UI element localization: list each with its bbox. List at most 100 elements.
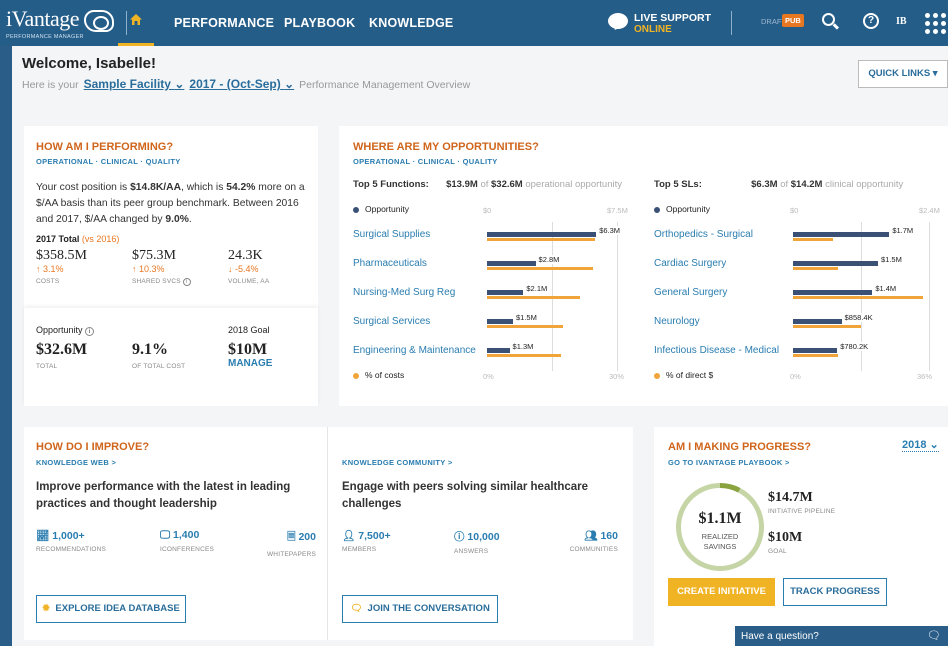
goal-value: $10M [228, 341, 268, 358]
app-grid-icon[interactable] [925, 13, 947, 34]
opportunity-label-text: Opportunity [36, 325, 83, 335]
pipeline-value: $14.7M [768, 490, 813, 505]
summary-value: 54.2% [226, 182, 256, 193]
web-stat-whitepapers: 🗏︎ 200 WHITEPAPERS [254, 529, 316, 558]
live-support-label[interactable]: LIVE SUPPORT [634, 12, 711, 24]
chevron-down-icon: ⌄ [284, 77, 295, 91]
stat-costs: $358.5M ↑ 3.1% COSTS [36, 248, 87, 285]
opportunity-bar[interactable] [793, 348, 838, 353]
category-label[interactable]: General Surgery [654, 287, 727, 298]
stat-change: ↓ -5.4% [228, 264, 259, 274]
knowledge-web-text: Improve performance with the latest in l… [36, 481, 291, 510]
category-label[interactable]: Neurology [654, 316, 700, 327]
playbook-link[interactable]: GO TO IVANTAGE PLAYBOOK > [668, 458, 790, 467]
facility-label: Sample Facility [83, 77, 171, 91]
create-initiative-button[interactable]: CREATE INITIATIVE [668, 578, 775, 606]
ring-label-line: REALIZED [701, 532, 739, 541]
stat-row: ⓘ 10,000 [454, 529, 500, 544]
opportunity-bar[interactable] [793, 261, 878, 266]
period-dropdown[interactable]: 2017 - (Oct-Sep) ⌄ [189, 77, 294, 91]
join-conversation-button[interactable]: 🗨︎ JOIN THE CONVERSATION [342, 595, 498, 623]
nav-performance[interactable]: PERFORMANCE [174, 16, 274, 30]
button-label: JOIN THE CONVERSATION [367, 603, 490, 614]
help-icon[interactable]: ? [863, 13, 879, 29]
user-initials[interactable]: IB [896, 16, 907, 27]
opportunities-card: WHERE ARE MY OPPORTUNITIES? OPERATIONAL … [339, 126, 948, 406]
category-label[interactable]: Infectious Disease - Medical [654, 345, 779, 356]
explore-idea-database-button[interactable]: ✹ EXPLORE IDEA DATABASE [36, 595, 186, 623]
bar-value-label: $1.4M [874, 284, 898, 293]
legend-dot-icon [654, 372, 660, 379]
performance-card: HOW AM I PERFORMING? OPERATIONAL · CLINI… [24, 126, 318, 406]
community-stat-answers: ⓘ 10,000 ANSWERS [454, 529, 500, 555]
gridline [929, 222, 930, 371]
pub-toggle[interactable]: PUB [782, 14, 804, 27]
stat-change: ↑ 10.3% [132, 264, 165, 274]
stat-label: COSTS [36, 278, 60, 285]
breadcrumb: Here is your Sample Facility ⌄ 2017 - (O… [22, 77, 470, 91]
stat-label: ANSWERS [454, 548, 489, 555]
chevron-down-icon: ⌄ [174, 77, 185, 91]
chart-line-icon: 📈︎ [36, 530, 50, 542]
opportunity-bar[interactable] [793, 232, 890, 237]
search-icon[interactable] [822, 13, 835, 26]
stat-shared-svcs: $75.3M ↑ 10.3% SHARED SVCS i [132, 248, 191, 286]
vs-label: (vs 2016) [81, 234, 120, 244]
opportunity-bar[interactable] [793, 290, 873, 295]
info-icon[interactable]: i [85, 327, 95, 336]
goal-label: 2018 Goal [228, 325, 270, 335]
info-icon[interactable]: i [182, 278, 191, 286]
stat-row: 📈︎ 1,000+ [36, 529, 106, 542]
community-stat-members: 👤︎ 7,500+ MEMBERS [342, 529, 391, 553]
improve-title: HOW DO I IMPROVE? [36, 441, 150, 453]
question-chat-bar[interactable]: Have a question? 🗨︎ [735, 626, 948, 646]
stat-label: MEMBERS [342, 546, 377, 553]
ring-label: REALIZED SAVINGS [681, 532, 759, 552]
knowledge-web-link[interactable]: KNOWLEDGE WEB > [36, 458, 116, 467]
knowledge-community-text: Engage with peers solving similar health… [342, 481, 589, 510]
summary-value: 9.0% [165, 214, 189, 225]
bar-value-label: $858.4K [843, 313, 874, 322]
stat-label: RECOMMENDATIONS [36, 546, 107, 553]
logo[interactable]: iVantage [6, 6, 79, 32]
manage-link[interactable]: MANAGE [228, 358, 272, 369]
nav-playbook[interactable]: PLAYBOOK [284, 16, 355, 30]
stat-row: 👤︎ 7,500+ [342, 529, 391, 542]
question-circle-icon: ⓘ [454, 531, 465, 543]
opportunity-value: $32.6M [36, 341, 88, 358]
question-label: Have a question? [741, 631, 819, 642]
percent-bar [793, 354, 839, 357]
stat-label: VOLUME, AA [228, 278, 270, 285]
stat-value: 200 [298, 531, 316, 543]
chat-bubble-icon[interactable] [608, 13, 628, 29]
facility-dropdown[interactable]: Sample Facility ⌄ [84, 77, 185, 91]
performance-summary: Your cost position is $14.8K/AA, which i… [36, 180, 312, 228]
track-progress-button[interactable]: TRACK PROGRESS [783, 578, 887, 606]
performance-title: HOW AM I PERFORMING? [36, 141, 174, 153]
category-label[interactable]: Orthopedics - Surgical [654, 229, 753, 240]
knowledge-community-link[interactable]: KNOWLEDGE COMMUNITY > [342, 458, 453, 467]
live-support-status: ONLINE [634, 24, 672, 35]
nav-knowledge[interactable]: KNOWLEDGE [369, 16, 453, 30]
stat-label: WHITEPAPERS [266, 551, 316, 558]
progress-card: AM I MAKING PROGRESS? GO TO IVANTAGE PLA… [654, 427, 948, 646]
home-tab[interactable] [118, 0, 154, 46]
stat-change: ↑ 3.1% [36, 264, 64, 274]
logo-mark-icon [84, 10, 114, 32]
sls-legend-direct: % of direct $ [654, 370, 713, 380]
lightbulb-icon: ✹ [42, 603, 51, 614]
category-label[interactable]: Cardiac Surgery [654, 258, 726, 269]
progress-title: AM I MAKING PROGRESS? [668, 441, 812, 453]
stat-value: 1,000+ [52, 530, 85, 542]
quick-links-button[interactable]: QUICK LINKS ▾ [858, 60, 948, 88]
legend-label: % of direct $ [666, 370, 714, 380]
goal-label: GOAL [768, 548, 787, 555]
stat-label: ICONFERENCES [160, 546, 215, 553]
chat-icon: 🗨︎ [350, 603, 363, 614]
performance-subtitle[interactable]: OPERATIONAL · CLINICAL · QUALITY [36, 157, 181, 166]
percent-bar [793, 238, 833, 241]
year-dropdown[interactable]: 2018 ⌄ [902, 438, 939, 452]
opportunity-bar[interactable] [793, 319, 842, 324]
percent-bar [793, 325, 861, 328]
chat-icon: 🗨︎ [927, 630, 941, 642]
